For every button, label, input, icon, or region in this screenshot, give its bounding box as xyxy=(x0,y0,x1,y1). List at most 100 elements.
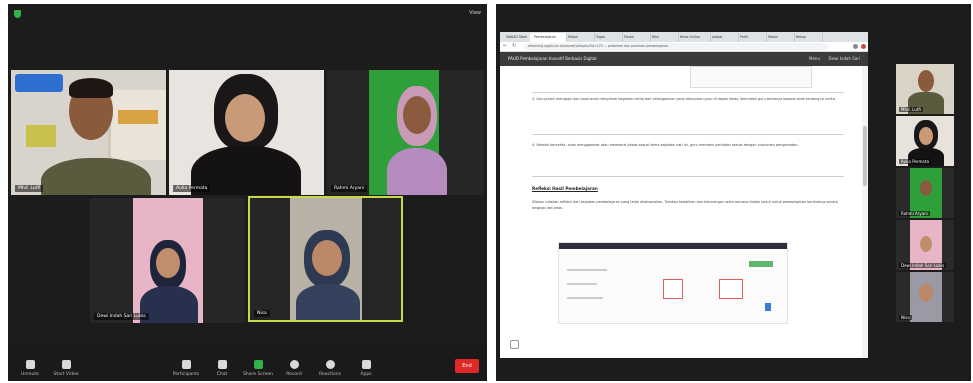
participant-hair xyxy=(69,78,113,98)
paragraph: Silakan tuliskan refleksi dari kegiatan … xyxy=(532,200,838,210)
embedded-screenshot xyxy=(558,242,788,324)
participant-name: Rahmi Aryani xyxy=(899,211,930,216)
participant-face xyxy=(920,180,932,196)
reactions-button[interactable]: Reactions xyxy=(312,360,348,377)
participants-button[interactable]: Participants xyxy=(168,360,204,377)
apps-button[interactable]: Apps xyxy=(348,360,384,377)
video-tile[interactable]: Aulia Permata xyxy=(169,70,324,195)
security-shield-icon[interactable] xyxy=(14,10,21,18)
zoom-meeting-gallery: View Mhd. Lutfi Aulia Permata Rahmi Arya… xyxy=(8,4,487,381)
chat-bubble-icon[interactable] xyxy=(510,340,519,349)
embedded-header-bar xyxy=(559,243,787,249)
embedded-form-row xyxy=(567,269,607,271)
reactions-icon xyxy=(325,360,335,369)
embedded-form-row xyxy=(567,297,603,299)
paragraph: 3. Guru/calon mengajar dan anak-anak men… xyxy=(532,97,836,101)
embedded-blue-button xyxy=(765,303,771,311)
side-video-tile[interactable]: Nisa xyxy=(896,272,954,322)
user-menu[interactable]: Dewi Indah Sari xyxy=(829,52,860,66)
document-content: 3. Guru/calon mengajar dan anak-anak men… xyxy=(504,66,856,358)
participant-body xyxy=(387,148,447,195)
browser-tab[interactable]: Modul xyxy=(764,33,795,42)
video-tile-active-speaker[interactable]: Nisa xyxy=(248,196,403,322)
bookshelf-books xyxy=(26,125,56,147)
view-button[interactable]: View xyxy=(469,10,481,16)
browser-tab[interactable]: Nilai xyxy=(648,33,679,42)
app-header: PAUD Pembelajaran Inovatif Berbasis Digi… xyxy=(500,52,868,66)
participant-name: Aulia Permata xyxy=(173,185,211,192)
participant-face xyxy=(920,236,932,252)
embedded-card-highlight xyxy=(663,279,683,299)
browser-tab-active[interactable]: Pembelajaran xyxy=(530,33,567,42)
side-video-tile[interactable]: Aulia Permata xyxy=(896,116,954,166)
microphone-icon xyxy=(25,360,35,369)
chat-button[interactable]: Chat xyxy=(204,360,240,377)
browser-tab[interactable]: Kelas Online xyxy=(676,33,711,42)
browser-tab[interactable]: SIAKAD Tabel xyxy=(502,33,533,42)
participant-name: Dewi Indah Sari Lubis xyxy=(899,263,947,268)
chat-icon xyxy=(217,360,227,369)
divider xyxy=(532,92,844,93)
participant-face xyxy=(225,94,265,142)
browser-tab[interactable]: Rekap xyxy=(792,33,823,42)
section-heading: Refleksi Hasil Pembelajaran xyxy=(532,186,598,191)
embedded-form-row xyxy=(567,283,597,285)
video-camera-icon xyxy=(61,360,71,369)
share-screen-button[interactable]: Share Screen xyxy=(240,360,276,377)
zoom-meeting-screenshare: SIAKAD Tabel Pembelajaran Materi Tugas F… xyxy=(496,4,971,381)
video-tile[interactable]: Rahmi Aryani xyxy=(327,70,484,195)
participant-name: Nisa xyxy=(254,310,270,317)
bookshelf-books xyxy=(118,110,158,124)
participant-body xyxy=(140,286,198,323)
participant-face xyxy=(918,70,934,92)
browser-tab[interactable]: Profil xyxy=(736,33,767,42)
video-tile[interactable]: Dewi Indah Sari Lubis xyxy=(90,198,245,323)
record-button[interactable]: Record xyxy=(276,360,312,377)
participant-face xyxy=(919,284,933,302)
apps-icon xyxy=(361,360,371,369)
divider xyxy=(532,134,844,135)
embedded-green-button xyxy=(749,261,773,267)
extension-icon[interactable] xyxy=(853,44,858,49)
divider xyxy=(532,176,844,177)
side-video-tile[interactable]: Rahmi Aryani xyxy=(896,168,954,218)
video-tile[interactable]: Mhd. Lutfi xyxy=(11,70,166,195)
participant-name: Mhd. Lutfi xyxy=(899,107,923,112)
unmute-button[interactable]: Unmute xyxy=(12,360,48,377)
scrollbar-thumb[interactable] xyxy=(863,126,867,186)
url-field[interactable]: elearning.upgris.ac.id/course/view.php?i… xyxy=(524,43,828,50)
start-video-button[interactable]: Start Video xyxy=(48,360,84,377)
side-video-tile[interactable]: Mhd. Lutfi xyxy=(896,64,954,114)
back-icon[interactable]: ← xyxy=(503,43,507,49)
paragraph: 4. Setelah bercerita, anak menggambar at… xyxy=(532,143,799,147)
browser-tab[interactable]: Materi xyxy=(564,33,595,42)
reload-icon[interactable]: ↻ xyxy=(512,43,516,49)
browser-tab[interactable]: Tugas xyxy=(592,33,623,42)
participant-name: Dewi Indah Sari Lubis xyxy=(94,313,149,320)
share-screen-icon xyxy=(253,360,263,369)
app-menu[interactable]: Menu xyxy=(809,52,820,66)
participant-name: Aulia Permata xyxy=(899,159,931,164)
banner-logo xyxy=(15,74,63,92)
embedded-image-top xyxy=(690,66,812,88)
address-bar: ← ↻ elearning.upgris.ac.id/course/view.p… xyxy=(500,42,868,52)
scrollbar[interactable] xyxy=(862,66,868,358)
bookshelf xyxy=(108,90,166,160)
meeting-toolbar: Unmute Start Video Participants Chat Sha… xyxy=(8,343,487,381)
participant-face xyxy=(403,96,431,134)
side-video-tile[interactable]: Dewi Indah Sari Lubis xyxy=(896,220,954,270)
end-meeting-button[interactable]: End xyxy=(455,359,479,373)
participants-icon xyxy=(181,360,191,369)
record-icon xyxy=(289,360,299,369)
browser-tab[interactable]: Forum xyxy=(620,33,651,42)
participant-body xyxy=(296,284,360,320)
profile-icon[interactable] xyxy=(861,44,866,49)
app-title: PAUD Pembelajaran Inovatif Berbasis Digi… xyxy=(508,56,597,61)
participant-face xyxy=(156,248,180,278)
participant-name: Nisa xyxy=(899,315,912,320)
participant-name: Mhd. Lutfi xyxy=(15,185,44,192)
browser-tab[interactable]: Jadwal xyxy=(708,33,739,42)
participant-face xyxy=(312,240,342,276)
embedded-card-highlight xyxy=(719,279,743,299)
browser-window: SIAKAD Tabel Pembelajaran Materi Tugas F… xyxy=(500,32,868,358)
